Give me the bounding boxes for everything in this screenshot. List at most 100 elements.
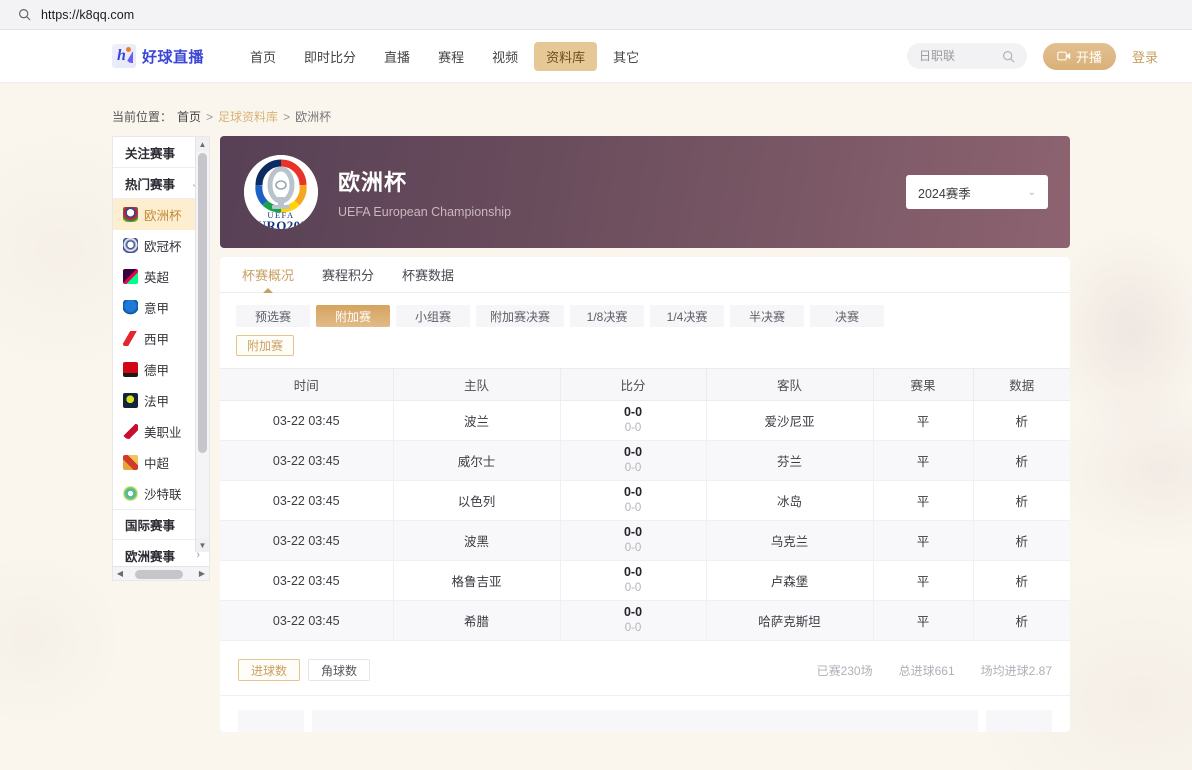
cell-analysis-link[interactable]: 析 (973, 440, 1070, 481)
nav-item-home[interactable]: 首页 (238, 42, 288, 71)
scroll-right-icon[interactable]: ▶ (195, 567, 209, 581)
sidebar-horizontal-scrollbar[interactable]: ◀ ▶ (113, 566, 209, 580)
cell-analysis-link[interactable]: 析 (973, 560, 1070, 601)
season-select[interactable]: 2024赛季 ⌄ (906, 175, 1048, 209)
round-chip-round-of-16[interactable]: 1/8决赛 (570, 305, 645, 327)
cell-home-team[interactable]: 格鲁吉亚 (393, 560, 561, 601)
premier-league-logo-icon (123, 269, 138, 284)
video-camera-icon (1057, 51, 1071, 61)
table-row[interactable]: 03-22 03:45 波兰 0-0 0-0 爱沙尼亚 平 析 (220, 400, 1070, 441)
stats-toggle-corners[interactable]: 角球数 (308, 659, 371, 681)
mls-logo-icon (123, 424, 138, 439)
banner-text: 欧洲杯 UEFA European Championship (338, 165, 511, 219)
stats-summary: 已赛230场 总进球661 场均进球2.87 (817, 662, 1052, 679)
login-link[interactable]: 登录 (1132, 47, 1158, 66)
tab-stats[interactable]: 杯赛数据 (402, 257, 454, 292)
cell-home-team[interactable]: 波黑 (393, 520, 561, 561)
logo-text: 好球直播 (142, 48, 205, 66)
nav-item-schedule[interactable]: 赛程 (426, 42, 476, 71)
column-header-data: 数据 (973, 368, 1070, 401)
search-input[interactable] (918, 49, 996, 63)
cell-away-team[interactable]: 爱沙尼亚 (706, 400, 874, 441)
cell-result: 平 (873, 520, 974, 561)
sidebar-item-label: 欧洲杯 (144, 209, 182, 223)
header-right: 开播 登录 (906, 42, 1158, 70)
cell-away-team[interactable]: 芬兰 (706, 440, 874, 481)
round-chip-qualifying[interactable]: 预选赛 (236, 305, 310, 327)
league-sidebar: 关注赛事 › 热门赛事 ⌄ 欧洲杯 欧冠杯 英超 意甲 (112, 136, 210, 581)
stats-toggle-group: 进球数 角球数 (238, 659, 371, 681)
cell-analysis-link[interactable]: 析 (973, 480, 1070, 521)
round-chip-group-stage[interactable]: 小组赛 (396, 305, 470, 327)
search-box[interactable] (906, 43, 1027, 69)
cell-home-team[interactable]: 以色列 (393, 480, 561, 521)
cell-analysis-link[interactable]: 析 (973, 600, 1070, 641)
table-row[interactable]: 03-22 03:45 波黑 0-0 0-0 乌克兰 平 析 (220, 520, 1070, 561)
saudi-league-logo-icon (123, 486, 138, 501)
bundesliga-logo-icon (123, 362, 138, 377)
site-logo[interactable]: h 好球直播 (112, 44, 204, 68)
subround-chip-playoff[interactable]: 附加赛 (236, 335, 295, 356)
tab-standings[interactable]: 赛程积分 (322, 257, 374, 292)
tab-overview[interactable]: 杯赛概况 (242, 257, 294, 292)
score-fulltime: 0-0 (623, 445, 643, 460)
cell-time: 03-22 03:45 (220, 520, 394, 561)
breadcrumb-separator: > (283, 109, 291, 124)
stats-toolbar: 进球数 角球数 已赛230场 总进球661 场均进球2.87 (220, 641, 1070, 695)
cell-analysis-link[interactable]: 析 (973, 520, 1070, 561)
match-table: 时间 主队 比分 客队 赛果 数据 03-22 03:45 波兰 0-0 0-0… (220, 368, 1070, 641)
round-chip-final[interactable]: 决赛 (810, 305, 885, 327)
scrollbar-thumb-horizontal[interactable] (135, 569, 183, 579)
start-live-button[interactable]: 开播 (1042, 42, 1116, 70)
score-fulltime: 0-0 (623, 525, 643, 540)
subround-filter-bar: 附加赛 (220, 327, 1070, 368)
cell-time: 03-22 03:45 (220, 400, 394, 441)
cell-home-team[interactable]: 波兰 (393, 400, 561, 441)
column-header-result: 赛果 (873, 368, 974, 401)
sidebar-vertical-scrollbar[interactable]: ▲ ▼ (195, 137, 209, 552)
cell-time: 03-22 03:45 (220, 480, 394, 521)
stats-toggle-goals[interactable]: 进球数 (238, 659, 301, 681)
scrollbar-thumb[interactable] (198, 153, 207, 453)
breadcrumb-item-home[interactable]: 首页 (177, 108, 201, 125)
competition-logo: UEFA EURO2020 (244, 155, 318, 229)
column-header-score: 比分 (560, 368, 707, 401)
table-row[interactable]: 03-22 03:45 格鲁吉亚 0-0 0-0 卢森堡 平 析 (220, 560, 1070, 601)
scroll-up-icon[interactable]: ▲ (195, 137, 209, 151)
cell-home-team[interactable]: 威尔士 (393, 440, 561, 481)
cell-away-team[interactable]: 冰岛 (706, 480, 874, 521)
nav-item-livescore[interactable]: 即时比分 (292, 42, 368, 71)
nav-item-live[interactable]: 直播 (372, 42, 422, 71)
la-liga-logo-icon (123, 331, 138, 346)
column-header-away: 客队 (706, 368, 874, 401)
nav-item-other[interactable]: 其它 (601, 42, 651, 71)
cell-result: 平 (873, 440, 974, 481)
round-chip-playoff[interactable]: 附加赛 (316, 305, 390, 327)
cell-away-team[interactable]: 乌克兰 (706, 520, 874, 561)
table-row[interactable]: 03-22 03:45 以色列 0-0 0-0 冰岛 平 析 (220, 480, 1070, 521)
search-icon (1002, 50, 1015, 62)
table-row[interactable]: 03-22 03:45 威尔士 0-0 0-0 芬兰 平 析 (220, 440, 1070, 481)
cell-home-team[interactable]: 希腊 (393, 600, 561, 641)
scroll-left-icon[interactable]: ◀ (113, 567, 127, 581)
sidebar-group-label: 关注赛事 (125, 146, 176, 161)
competition-title: 欧洲杯 (338, 170, 408, 195)
score-fulltime: 0-0 (623, 605, 643, 620)
round-chip-playoff-final[interactable]: 附加赛决赛 (476, 305, 565, 327)
nav-item-video[interactable]: 视频 (480, 42, 530, 71)
cell-analysis-link[interactable]: 析 (973, 400, 1070, 441)
url-field[interactable]: https://k8qq.com (10, 4, 1182, 26)
nav-item-database[interactable]: 资料库 (534, 41, 598, 71)
cell-away-team[interactable]: 卢森堡 (706, 560, 874, 601)
scrollbar-track-horizontal[interactable] (127, 567, 195, 580)
breadcrumb-item-football-db[interactable]: 足球资料库 (218, 108, 278, 125)
sidebar-item-label: 意甲 (144, 302, 170, 316)
cell-away-team[interactable]: 哈萨克斯坦 (706, 600, 874, 641)
cell-result: 平 (873, 400, 974, 441)
scroll-down-icon[interactable]: ▼ (195, 538, 209, 552)
scrollbar-track[interactable] (196, 151, 209, 538)
column-header-home: 主队 (393, 368, 561, 401)
table-row[interactable]: 03-22 03:45 希腊 0-0 0-0 哈萨克斯坦 平 析 (220, 600, 1070, 641)
round-chip-semifinal[interactable]: 半决赛 (730, 305, 805, 327)
round-chip-quarterfinal[interactable]: 1/4决赛 (650, 305, 725, 327)
